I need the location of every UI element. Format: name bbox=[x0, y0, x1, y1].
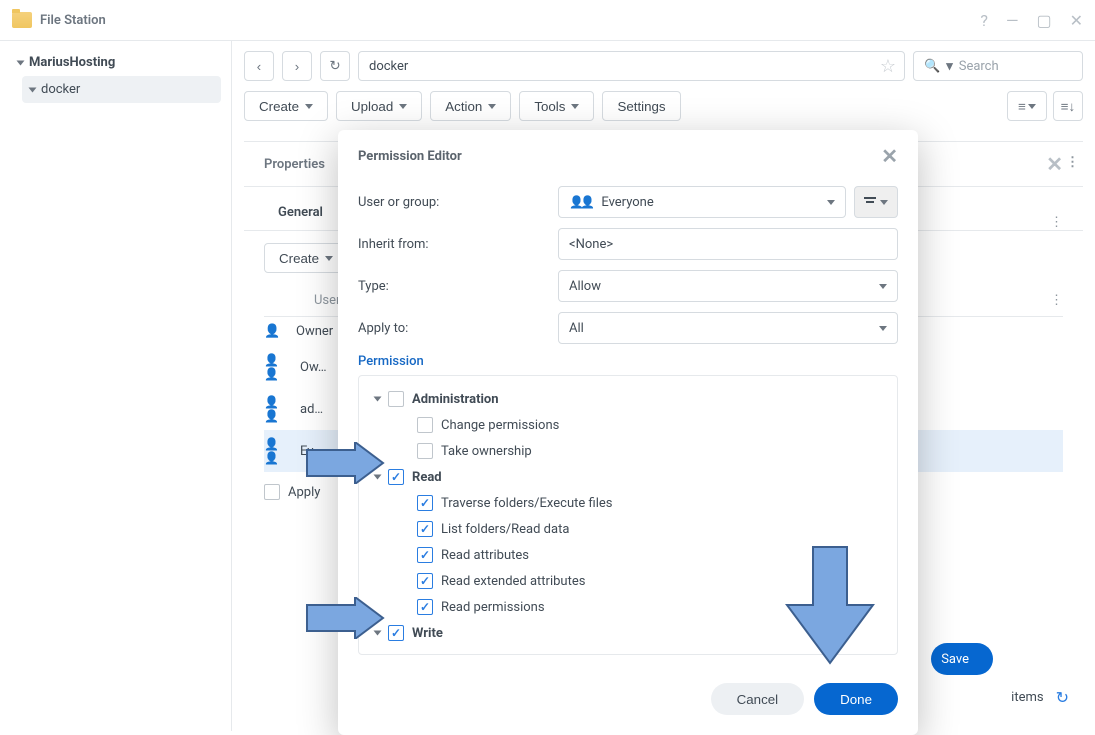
caret-down-icon bbox=[488, 104, 496, 109]
dialog-title: Permission Editor bbox=[358, 149, 462, 164]
caret-down-icon bbox=[305, 104, 313, 109]
nav-forward-button[interactable]: › bbox=[282, 51, 312, 81]
group-icon: 👤👤 bbox=[569, 195, 591, 209]
tree-item-docker[interactable]: docker bbox=[22, 76, 221, 103]
app-icon bbox=[12, 12, 32, 28]
user-or-group-select[interactable]: 👤👤 Everyone bbox=[558, 186, 846, 218]
caret-down-icon bbox=[571, 104, 579, 109]
caret-down-icon bbox=[880, 200, 888, 205]
tab-general[interactable]: General bbox=[264, 195, 337, 230]
tree-root[interactable]: MariusHosting bbox=[10, 49, 221, 76]
checkbox[interactable] bbox=[417, 417, 433, 433]
refresh-icon[interactable]: ↻ bbox=[1056, 688, 1069, 707]
perm-take-ownership[interactable]: Take ownership bbox=[413, 438, 891, 464]
properties-close-icon[interactable]: ✕ bbox=[1046, 152, 1063, 176]
nav-back-button[interactable]: ‹ bbox=[244, 51, 274, 81]
filter-icon bbox=[864, 197, 876, 207]
checkbox[interactable] bbox=[417, 547, 433, 563]
chevron-down-icon bbox=[374, 397, 382, 402]
chevron-down-icon bbox=[29, 87, 37, 92]
done-button[interactable]: Done bbox=[814, 683, 898, 715]
annotation-arrow-done bbox=[785, 545, 875, 665]
items-count: items bbox=[1011, 690, 1043, 705]
type-label: Type: bbox=[358, 279, 558, 294]
inherit-from-label: Inherit from: bbox=[358, 237, 558, 252]
perm-read[interactable]: Read bbox=[365, 464, 891, 490]
action-button[interactable]: Action bbox=[430, 91, 511, 121]
chevron-down-icon bbox=[17, 60, 25, 65]
apply-to-select[interactable]: All bbox=[558, 312, 898, 344]
permission-section-title: Permission bbox=[358, 354, 898, 369]
app-title: File Station bbox=[40, 13, 106, 28]
search-placeholder: Search bbox=[959, 59, 999, 74]
checkbox[interactable] bbox=[417, 599, 433, 615]
path-input[interactable]: docker ☆ bbox=[358, 51, 905, 81]
apply-checkbox[interactable] bbox=[264, 484, 280, 500]
maximize-icon[interactable]: ▢ bbox=[1036, 11, 1051, 30]
view-list-button[interactable]: ≡ bbox=[1007, 91, 1047, 121]
tools-button[interactable]: Tools bbox=[519, 91, 594, 121]
user-or-group-label: User or group: bbox=[358, 195, 558, 210]
path-value: docker bbox=[369, 59, 408, 74]
star-icon[interactable]: ☆ bbox=[880, 56, 896, 77]
perm-change-permissions[interactable]: Change permissions bbox=[413, 412, 891, 438]
perm-traverse[interactable]: Traverse folders/Execute files bbox=[413, 490, 891, 516]
tree-root-label: MariusHosting bbox=[29, 55, 115, 70]
type-select[interactable]: Allow bbox=[558, 270, 898, 302]
perm-list-folders[interactable]: List folders/Read data bbox=[413, 516, 891, 542]
more-icon[interactable]: ⋮ bbox=[1066, 155, 1079, 170]
apply-to-label: Apply to: bbox=[358, 321, 558, 336]
inner-create-button[interactable]: Create bbox=[264, 243, 348, 273]
more-icon[interactable]: ⋮ bbox=[1050, 215, 1063, 230]
perm-administration[interactable]: Administration bbox=[365, 386, 891, 412]
checkbox[interactable] bbox=[417, 573, 433, 589]
help-icon[interactable]: ? bbox=[980, 11, 988, 30]
caret-down-icon bbox=[399, 104, 407, 109]
minimize-icon[interactable]: — bbox=[1006, 11, 1019, 30]
col-user: User bbox=[314, 293, 340, 308]
refresh-button[interactable]: ↻ bbox=[320, 51, 350, 81]
search-input[interactable]: 🔍 ▾ Search bbox=[913, 51, 1083, 81]
create-button[interactable]: Create bbox=[244, 91, 328, 121]
inherit-from-field: <None> bbox=[558, 228, 898, 260]
search-icon: 🔍 bbox=[924, 59, 940, 74]
cancel-button[interactable]: Cancel bbox=[711, 683, 805, 715]
checkbox[interactable] bbox=[388, 625, 404, 641]
checkbox[interactable] bbox=[417, 495, 433, 511]
filter-button[interactable] bbox=[854, 186, 898, 218]
apply-label: Apply bbox=[288, 485, 320, 500]
tree-item-label: docker bbox=[41, 82, 80, 97]
checkbox[interactable] bbox=[388, 391, 404, 407]
folder-tree: MariusHosting docker bbox=[0, 41, 232, 731]
annotation-arrow-read bbox=[305, 442, 385, 484]
checkbox[interactable] bbox=[417, 521, 433, 537]
settings-button[interactable]: Settings bbox=[602, 91, 680, 121]
properties-title: Properties bbox=[264, 157, 325, 172]
upload-button[interactable]: Upload bbox=[336, 91, 422, 121]
checkbox[interactable] bbox=[417, 443, 433, 459]
close-icon[interactable]: ✕ bbox=[1070, 11, 1083, 30]
more-icon[interactable]: ⋮ bbox=[1050, 293, 1063, 308]
sort-button[interactable]: ≡↓ bbox=[1053, 91, 1083, 121]
checkbox[interactable] bbox=[388, 469, 404, 485]
dialog-close-icon[interactable]: ✕ bbox=[881, 144, 898, 168]
annotation-arrow-write bbox=[305, 597, 385, 639]
save-button[interactable]: Save bbox=[931, 643, 993, 675]
